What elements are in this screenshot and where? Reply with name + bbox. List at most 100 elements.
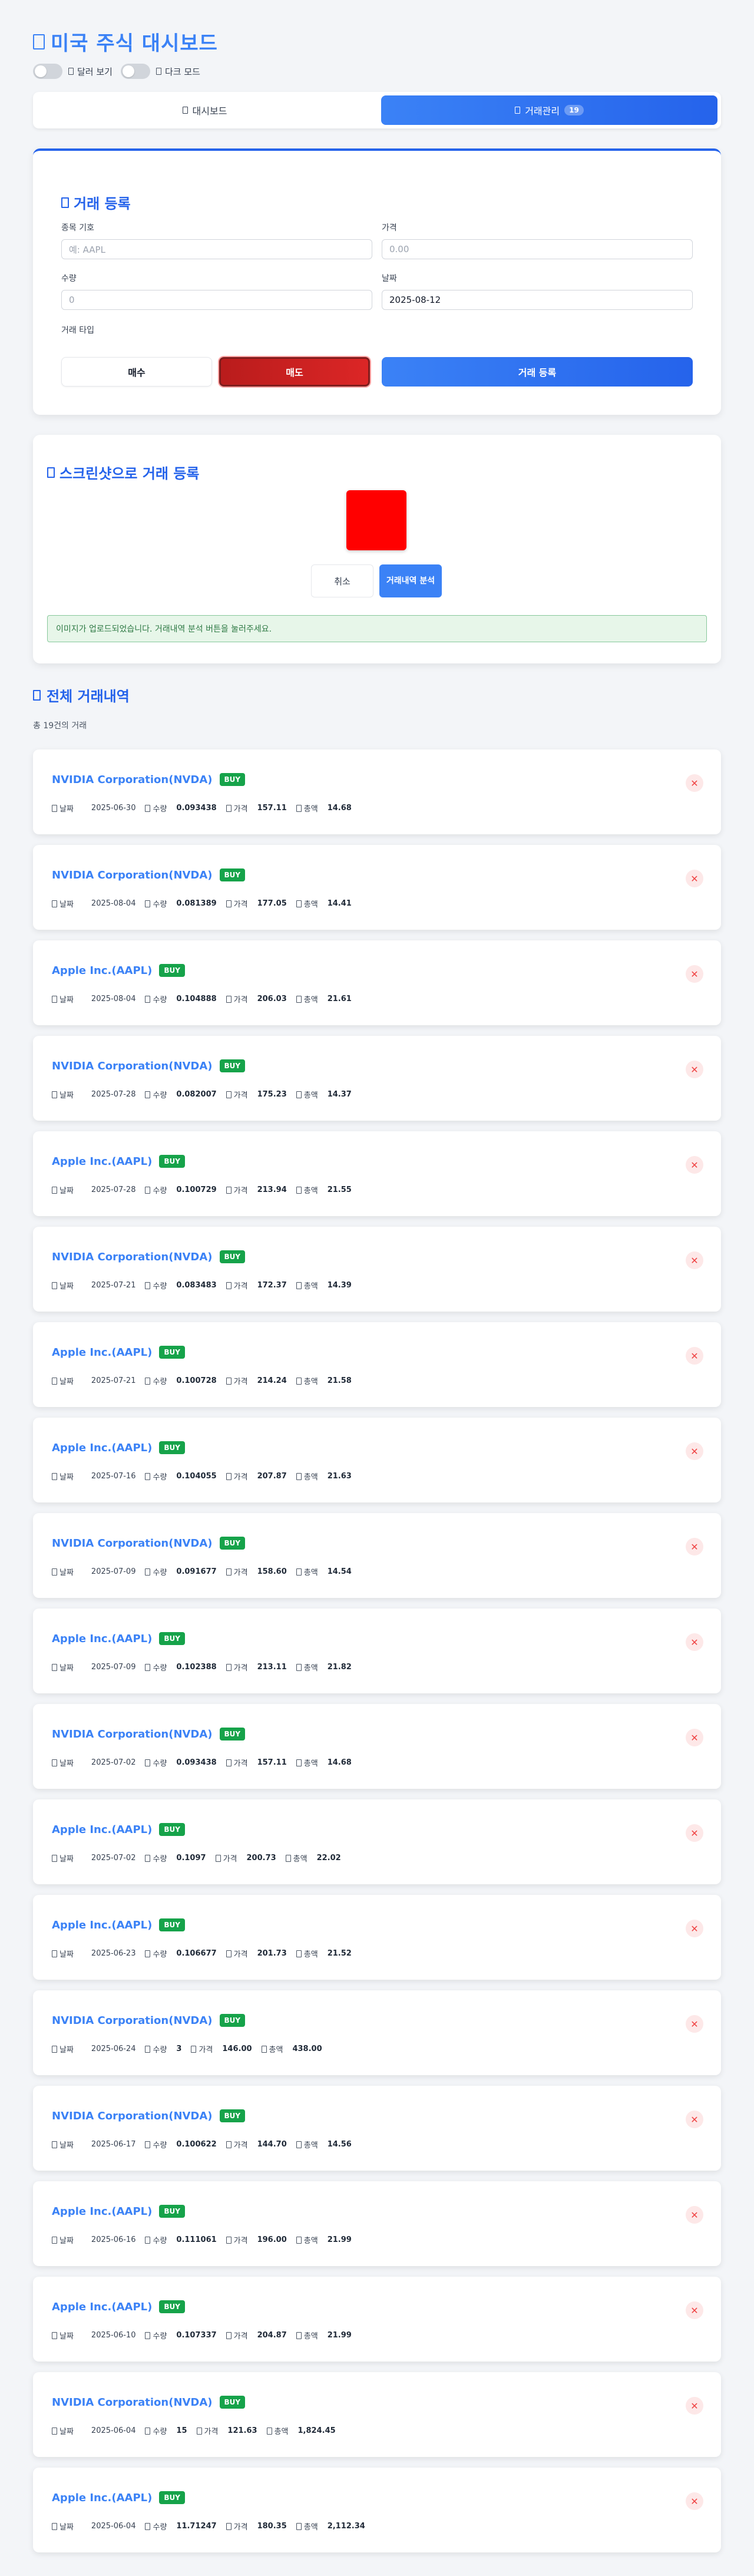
total-label: 총액 (261, 2043, 283, 2055)
trade-title: NVIDIA Corporation(NVDA) BUY (52, 1537, 246, 1550)
delete-trade-button[interactable]: ✕ (686, 2301, 703, 2319)
screenshot-upload-card: 스크린샷으로 거래 등록 취소 거래내역 분석 이미지가 업로드되었습니다. 거… (33, 435, 721, 663)
delete-trade-button[interactable]: ✕ (686, 1729, 703, 1746)
stock-name: NVIDIA Corporation(NVDA) (52, 868, 213, 881)
trade-quantity: 0.100729 (176, 1185, 217, 1194)
date-label: 날짜 (52, 1566, 74, 1577)
trade-card: Apple Inc.(AAPL) BUY ✕ 날짜 2025-06-23 수량 … (33, 1895, 721, 1980)
history-count: 총 19건의 거래 (33, 721, 87, 731)
trade-title: Apple Inc.(AAPL) BUY (52, 1346, 185, 1359)
delete-trade-button[interactable]: ✕ (686, 1538, 703, 1555)
trade-details: 날짜 2025-07-28 수량 0.082007 가격 175.23 총액 1… (52, 1089, 361, 1100)
delete-trade-button[interactable]: ✕ (686, 965, 703, 983)
delete-trade-button[interactable]: ✕ (686, 2015, 703, 2033)
delete-trade-button[interactable]: ✕ (686, 2111, 703, 2128)
tab-dashboard[interactable]: 대시보드 (37, 95, 373, 125)
dollar-view-toggle[interactable] (33, 64, 62, 79)
quantity-label: 수량 (145, 1280, 167, 1291)
trade-date: 2025-06-16 (91, 2235, 136, 2244)
date-label: 날짜 (52, 2139, 74, 2150)
analyze-trades-button[interactable]: 거래내역 분석 (379, 564, 442, 597)
delete-trade-button[interactable]: ✕ (686, 2492, 703, 2510)
trade-card: NVIDIA Corporation(NVDA) BUY ✕ 날짜 2025-0… (33, 1704, 721, 1789)
price-label: 가격 (226, 1280, 248, 1291)
tab-trade-management[interactable]: 거래관리 19 (381, 95, 717, 125)
trade-card: NVIDIA Corporation(NVDA) BUY ✕ 날짜 2025-0… (33, 1036, 721, 1121)
delete-trade-button[interactable]: ✕ (686, 2206, 703, 2224)
delete-trade-button[interactable]: ✕ (686, 774, 703, 792)
trade-total: 14.54 (327, 1567, 352, 1576)
trade-type-badge: BUY (159, 1918, 185, 1931)
quantity-label: 수량 (145, 1662, 167, 1673)
delete-trade-button[interactable]: ✕ (686, 1061, 703, 1078)
trade-price: 175.23 (257, 1090, 287, 1099)
calendar-icon (52, 900, 57, 907)
trade-title: Apple Inc.(AAPL) BUY (52, 2205, 185, 2218)
trade-quantity: 0.082007 (176, 1090, 217, 1099)
trade-card: Apple Inc.(AAPL) BUY ✕ 날짜 2025-08-04 수량 … (33, 940, 721, 1025)
trade-card: Apple Inc.(AAPL) BUY ✕ 날짜 2025-07-02 수량 … (33, 1799, 721, 1884)
trade-total: 14.68 (327, 804, 352, 813)
delete-trade-button[interactable]: ✕ (686, 1347, 703, 1365)
delete-trade-button[interactable]: ✕ (686, 1824, 703, 1842)
quantity-label: 수량 (145, 2425, 167, 2436)
trade-total: 21.99 (327, 2331, 352, 2340)
date-label: 날짜 (52, 1375, 74, 1386)
quantity-label: 수량 (145, 1566, 167, 1577)
date-label: 날짜 (52, 1184, 74, 1195)
trade-type-badge: BUY (159, 2300, 185, 2313)
quantity-label: 수량 (145, 1757, 167, 1768)
clipboard-icon (61, 197, 69, 208)
total-label: 총액 (296, 1089, 318, 1100)
price-label: 가격 (196, 2425, 218, 2436)
close-icon: ✕ (690, 968, 699, 980)
trade-price: 204.87 (257, 2331, 287, 2340)
total-icon (296, 1663, 302, 1671)
trade-date: 2025-07-02 (91, 1758, 136, 1767)
trade-type-badge: BUY (159, 964, 185, 977)
view-toggles: 달러 보기 다크 모드 (33, 64, 203, 79)
delete-trade-button[interactable]: ✕ (686, 1633, 703, 1651)
cancel-upload-button[interactable]: 취소 (311, 564, 373, 597)
stock-name: NVIDIA Corporation(NVDA) (52, 2109, 213, 2122)
quantity-label: 수량 (145, 2521, 167, 2532)
price-input[interactable]: 0.00 (382, 239, 693, 259)
trade-details: 날짜 2025-07-09 수량 0.091677 가격 158.60 총액 1… (52, 1566, 361, 1577)
total-icon (296, 1186, 302, 1194)
total-label: 총액 (296, 1662, 318, 1673)
dark-mode-toggle[interactable] (120, 64, 150, 79)
total-label: 총액 (296, 1471, 318, 1482)
delete-trade-button[interactable]: ✕ (686, 1251, 703, 1269)
delete-trade-button[interactable]: ✕ (686, 870, 703, 887)
history-title: 전체 거래내역 (33, 685, 130, 705)
delete-trade-button[interactable]: ✕ (686, 1442, 703, 1460)
price-icon (226, 1377, 232, 1385)
date-label: 날짜 (52, 1948, 74, 1959)
delete-trade-button[interactable]: ✕ (686, 1156, 703, 1174)
trade-icon (515, 107, 521, 114)
trade-total: 21.82 (327, 1663, 352, 1672)
sell-type-button[interactable]: 매도 (219, 357, 370, 387)
quantity-icon (145, 1568, 151, 1576)
symbol-input[interactable]: 예: AAPL (61, 239, 372, 259)
price-icon (226, 2522, 232, 2530)
price-label: 가격 (226, 1375, 248, 1386)
trade-price: 206.03 (257, 995, 287, 1003)
delete-trade-button[interactable]: ✕ (686, 2397, 703, 2415)
trade-total: 14.41 (327, 899, 352, 908)
trade-price: 196.00 (257, 2235, 287, 2244)
total-label: 총액 (296, 1566, 318, 1577)
price-icon (226, 2331, 232, 2339)
quantity-input[interactable]: 0 (61, 290, 372, 310)
trade-title: NVIDIA Corporation(NVDA) BUY (52, 2396, 246, 2409)
history-title-text: 전체 거래내역 (47, 688, 130, 705)
date-input[interactable]: 2025-08-12 (382, 290, 693, 310)
delete-trade-button[interactable]: ✕ (686, 1920, 703, 1937)
trade-price: 214.24 (257, 1376, 287, 1385)
price-label: 가격 (382, 223, 397, 233)
trade-price: 201.73 (257, 1949, 287, 1958)
page-title: 미국 주식 대시보드 (51, 32, 218, 55)
register-trade-button[interactable]: 거래 등록 (382, 357, 693, 387)
date-label: 날짜 (52, 1471, 74, 1482)
buy-type-button[interactable]: 매수 (61, 357, 212, 387)
